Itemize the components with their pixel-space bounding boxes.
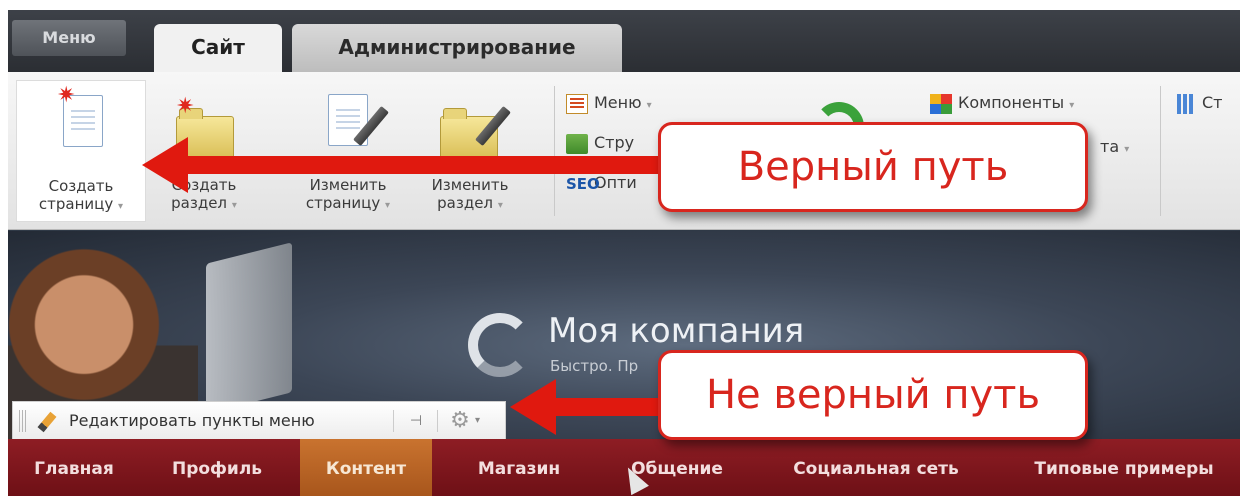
new-star-icon: ✷ bbox=[57, 83, 76, 108]
edit-menu-toolbar: Редактировать пункты меню ⊣ ⚙ ▾ bbox=[12, 401, 506, 441]
banner-monitor-image bbox=[206, 242, 292, 414]
pin-icon[interactable]: ⊣ bbox=[405, 410, 427, 432]
tab-administration[interactable]: Администрирование bbox=[292, 24, 622, 72]
create-page-label-2: страницу bbox=[38, 195, 114, 213]
company-logo-icon bbox=[468, 313, 532, 377]
components-icon bbox=[930, 93, 952, 114]
structure-icon bbox=[566, 133, 588, 154]
ribbon-seo-label: Опти bbox=[594, 173, 637, 192]
app-window: Меню Сайт Администрирование ✷ Создать ст… bbox=[8, 10, 1240, 496]
new-star-icon: ✷ bbox=[176, 94, 195, 119]
ribbon-menu-dropdown[interactable]: Меню ▾ bbox=[566, 90, 652, 116]
ribbon-template-dropdown[interactable]: та ▾ bbox=[1100, 134, 1129, 160]
edit-page-label-1: Изменить bbox=[309, 176, 387, 194]
ribbon-structure-item[interactable]: Стру bbox=[566, 130, 634, 156]
edit-page-button[interactable]: Изменить страницу ▾ bbox=[292, 80, 404, 222]
nav-item-social-network[interactable]: Социальная сеть bbox=[758, 439, 994, 496]
ribbon-divider bbox=[554, 86, 555, 216]
ribbon-components-label: Компоненты bbox=[958, 93, 1065, 112]
nav-item-content[interactable]: Контент bbox=[300, 439, 432, 496]
edit-menu-items-button[interactable]: Редактировать пункты меню bbox=[69, 402, 315, 440]
ribbon-stats-item[interactable]: Ст bbox=[1174, 90, 1223, 116]
company-name: Моя компания bbox=[548, 311, 805, 351]
menu-button[interactable]: Меню bbox=[12, 20, 126, 56]
toolbar-divider bbox=[393, 410, 394, 432]
tab-site[interactable]: Сайт bbox=[154, 24, 282, 72]
chevron-down-icon: ▾ bbox=[231, 200, 237, 211]
callout-wrong-path: Не верный путь bbox=[658, 350, 1088, 440]
seo-icon: SEO bbox=[566, 174, 600, 193]
arrow-left-icon bbox=[510, 379, 556, 435]
annotation-arrow-correct bbox=[184, 156, 660, 174]
main-navigation: Главная Профиль Контент Магазин Общение … bbox=[8, 439, 1240, 496]
drag-handle-icon[interactable] bbox=[19, 410, 27, 432]
menu-list-icon bbox=[566, 93, 588, 114]
ribbon-menu-label: Меню bbox=[594, 93, 642, 112]
ribbon-stats-label: Ст bbox=[1202, 93, 1223, 112]
nav-item-shop[interactable]: Магазин bbox=[448, 439, 590, 496]
edit-page-label-2: страницу bbox=[305, 194, 381, 212]
nav-item-profile[interactable]: Профиль bbox=[150, 439, 284, 496]
nav-item-examples[interactable]: Типовые примеры bbox=[1008, 439, 1240, 496]
chevron-down-icon: ▾ bbox=[646, 100, 652, 111]
ribbon-divider bbox=[1160, 86, 1161, 216]
create-page-label-1: Создать bbox=[48, 177, 114, 195]
chevron-down-icon: ▾ bbox=[118, 201, 124, 212]
ribbon-template-label: та bbox=[1100, 137, 1120, 156]
bar-chart-icon bbox=[1174, 93, 1196, 114]
create-page-button[interactable]: ✷ Создать страницу ▾ bbox=[16, 80, 146, 222]
chevron-down-icon: ▾ bbox=[1069, 100, 1075, 111]
nav-item-home[interactable]: Главная bbox=[16, 439, 132, 496]
arrow-left-icon bbox=[142, 137, 188, 193]
chevron-down-icon: ▾ bbox=[385, 200, 391, 211]
edit-section-label-2: раздел bbox=[437, 194, 494, 212]
pencil-icon bbox=[37, 411, 57, 433]
toolbar-divider bbox=[437, 410, 438, 432]
edit-section-button[interactable]: Изменить раздел ▾ bbox=[422, 80, 518, 222]
chevron-down-icon: ▾ bbox=[1124, 144, 1130, 155]
company-slogan: Быстро. Пр bbox=[550, 357, 639, 375]
callout-correct-path: Верный путь bbox=[658, 122, 1088, 212]
ribbon-structure-label: Стру bbox=[594, 133, 635, 152]
edit-section-label-1: Изменить bbox=[431, 176, 509, 194]
create-section-label-2: раздел bbox=[171, 194, 228, 212]
chevron-down-icon: ▾ bbox=[497, 200, 503, 211]
gear-icon[interactable]: ⚙ bbox=[447, 408, 473, 434]
top-tab-bar: Меню Сайт Администрирование bbox=[8, 10, 1240, 72]
chevron-down-icon[interactable]: ▾ bbox=[475, 412, 480, 430]
annotation-arrow-wrong bbox=[552, 398, 660, 416]
ribbon-components-dropdown[interactable]: Компоненты ▾ bbox=[930, 90, 1074, 116]
